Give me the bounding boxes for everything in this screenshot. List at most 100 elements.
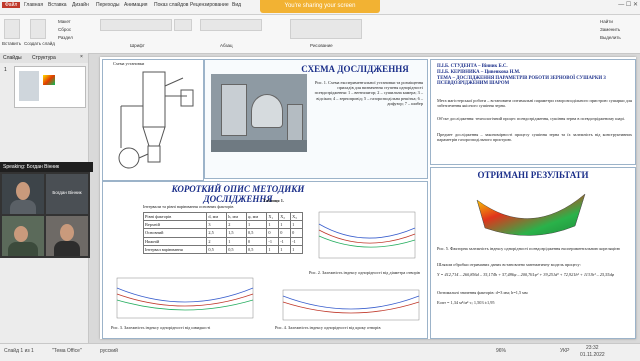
- paragraph-tools[interactable]: [200, 19, 262, 31]
- find-button[interactable]: Найти: [600, 19, 613, 24]
- table-cell: 1: [290, 244, 303, 255]
- fig2-caption: Рис. 2. Залежність індексу однорідності …: [309, 270, 420, 275]
- table-header-cell: φ, мм: [246, 211, 268, 222]
- participant-name: Богдан Вінник: [52, 190, 82, 195]
- table-cell: 0,5: [226, 244, 248, 255]
- table-row: Інтервал варіювання 0,5 0,5 0,5 1 1 1: [142, 244, 303, 255]
- fig4-caption: Рис. 4. Залежність індексу однорідності …: [275, 325, 381, 330]
- paragraph-group-label: Абзац: [220, 43, 233, 48]
- topic-line: ТЕМА – ДОСЛІДЖЕННЯ ПАРАМЕТРІВ РОБОТИ ЗЕР…: [437, 76, 606, 87]
- tab-slideshow[interactable]: Показ слайдов: [154, 2, 188, 8]
- status-bar: Слайд 1 из 1 "Тема Office" русский 96% У…: [0, 343, 640, 361]
- tab-design[interactable]: Дизайн: [72, 2, 89, 8]
- tab-structure[interactable]: Структура: [32, 55, 56, 61]
- results-panel: ОТРИМАНІ РЕЗУЛЬТАТИ Рис. 5. Факторна зал…: [430, 167, 636, 339]
- clock-time: 23:32: [586, 345, 599, 351]
- paste-icon[interactable]: [4, 19, 20, 39]
- tab-review[interactable]: Рецензирование: [190, 2, 229, 8]
- shapes-gallery[interactable]: [290, 19, 362, 39]
- language[interactable]: русский: [100, 348, 118, 354]
- tab-view[interactable]: Вид: [232, 2, 241, 8]
- table-title: Таблиця 1.: [263, 198, 284, 203]
- method-title: КОРОТКИЙ ОПИС МЕТОДИКИ ДОСЛІДЖЕННЯ: [171, 184, 305, 204]
- optimum-text: Оптимальні значення факторів: d=3 мм; h=…: [437, 290, 528, 295]
- lang-tray[interactable]: УКР: [560, 348, 569, 354]
- table-header-cell: d, мм: [206, 211, 228, 222]
- font-select[interactable]: [100, 19, 172, 31]
- theme-name: "Тема Office": [52, 348, 82, 354]
- select-button[interactable]: Выделить: [600, 35, 621, 40]
- dryer-drawing: [118, 71, 194, 169]
- close-icon[interactable]: ×: [80, 54, 83, 60]
- scheme-title: СХЕМА ДОСЛІДЖЕННЯ: [301, 64, 409, 74]
- table-subtitle: Інтервали та рівні варіювання основних ф…: [143, 204, 234, 209]
- table-cell: 1: [246, 220, 268, 230]
- table-cell: 0,5: [246, 244, 268, 255]
- tab-home[interactable]: Главная: [24, 2, 43, 8]
- table-header-cell: X₃: [290, 211, 303, 222]
- font-size-select[interactable]: [174, 19, 192, 31]
- installation-photo: [211, 74, 307, 152]
- reset-button[interactable]: Сброс: [58, 27, 71, 32]
- table-cell: 0: [266, 228, 280, 238]
- table-cell: Верхній: [142, 220, 208, 230]
- pane-tabs: Слайды Структура ×: [0, 53, 88, 63]
- clock-date: 01.11.2022: [580, 352, 605, 358]
- table-cell: 1: [278, 220, 292, 230]
- factors-table: Рівні факторів d, мм h, мм φ, мм X₁ X₂ X…: [142, 211, 303, 255]
- table-row: Основний 2,5 1,5 0,5 0 0 0: [142, 228, 303, 238]
- slide-number: 1: [4, 67, 7, 73]
- table-cell: 0: [246, 236, 268, 246]
- table-cell: 0,5: [206, 244, 228, 255]
- window-controls[interactable]: — ☐ ✕: [618, 1, 638, 8]
- font-group-label: Шрифт: [130, 43, 145, 48]
- graph-fig3: [116, 277, 254, 319]
- section-button[interactable]: Раздел: [58, 35, 73, 40]
- graph-fig2: [318, 211, 416, 259]
- table-cell: 1,5: [226, 228, 248, 238]
- tab-animation[interactable]: Анимация: [124, 2, 147, 8]
- new-slide-icon[interactable]: [30, 19, 46, 39]
- slide-thumbnail[interactable]: [14, 66, 86, 108]
- results-title: ОТРИМАНІ РЕЗУЛЬТАТИ: [477, 170, 589, 180]
- speaking-label: Speaking: Богдан Вінник: [0, 162, 93, 172]
- table-cell: 1: [266, 220, 280, 230]
- zoom-level[interactable]: 96%: [496, 348, 506, 354]
- replace-button[interactable]: Заменить: [600, 27, 620, 32]
- table-cell: 0: [278, 228, 292, 238]
- table-cell: Основний: [142, 228, 208, 238]
- table-cell: 3: [206, 220, 228, 230]
- new-slide-button[interactable]: Создать слайд: [24, 41, 55, 46]
- slide-canvas[interactable]: Схема установки СХЕМА ДОСЛІДЖЕННЯ Рис. 1…: [100, 57, 636, 339]
- participant-video[interactable]: [2, 216, 44, 256]
- participant-video[interactable]: [2, 174, 44, 214]
- participant-video[interactable]: [46, 216, 88, 256]
- thumbnail-scheme: [19, 71, 39, 101]
- table-header-cell: X₂: [278, 211, 292, 222]
- tab-slides[interactable]: Слайды: [3, 55, 22, 61]
- table-cell: 2: [206, 236, 228, 246]
- fig3-caption: Рис. 3. Залежність індексу однорідності …: [111, 325, 211, 330]
- aim-text: Мета магістерської роботи – встановити о…: [437, 98, 632, 109]
- video-panel: Speaking: Богдан Вінник Богдан Вінник: [0, 162, 93, 258]
- ribbon: Вставить Создать слайд Макет Сброс Разде…: [0, 15, 640, 54]
- table-cell: 2: [226, 220, 248, 230]
- table-row: Верхній 3 2 1 1 1 1: [142, 220, 303, 230]
- scheme-panel: СХЕМА ДОСЛІДЖЕННЯ Рис. 1. Схема експерим…: [204, 59, 428, 179]
- tab-insert[interactable]: Вставка: [48, 2, 67, 8]
- tab-transitions[interactable]: Переходы: [96, 2, 119, 8]
- tab-file[interactable]: Файл: [2, 2, 21, 8]
- paste-button[interactable]: Вставить: [2, 41, 21, 46]
- table-header-cell: X₁: [266, 211, 280, 222]
- table-cell: 1: [226, 236, 248, 246]
- scheme-caption: Рис. 1. Схема експериментальної установк…: [314, 80, 423, 106]
- table-header-cell: Рівні факторів: [142, 211, 208, 222]
- fig5-caption: Рис. 5. Факторна залежність індексу одно…: [437, 246, 621, 251]
- table-row: Нижній 2 1 0 -1 -1 -1: [142, 236, 303, 246]
- table-cell: Нижній: [142, 236, 208, 246]
- layout-button[interactable]: Макет: [58, 19, 71, 24]
- share-banner[interactable]: You're sharing your screen: [260, 0, 380, 13]
- participant-name-tile[interactable]: Богдан Вінник: [46, 174, 88, 214]
- methodology-panel: КОРОТКИЙ ОПИС МЕТОДИКИ ДОСЛІДЖЕННЯ Табли…: [102, 181, 428, 339]
- table-cell: -1: [266, 236, 280, 246]
